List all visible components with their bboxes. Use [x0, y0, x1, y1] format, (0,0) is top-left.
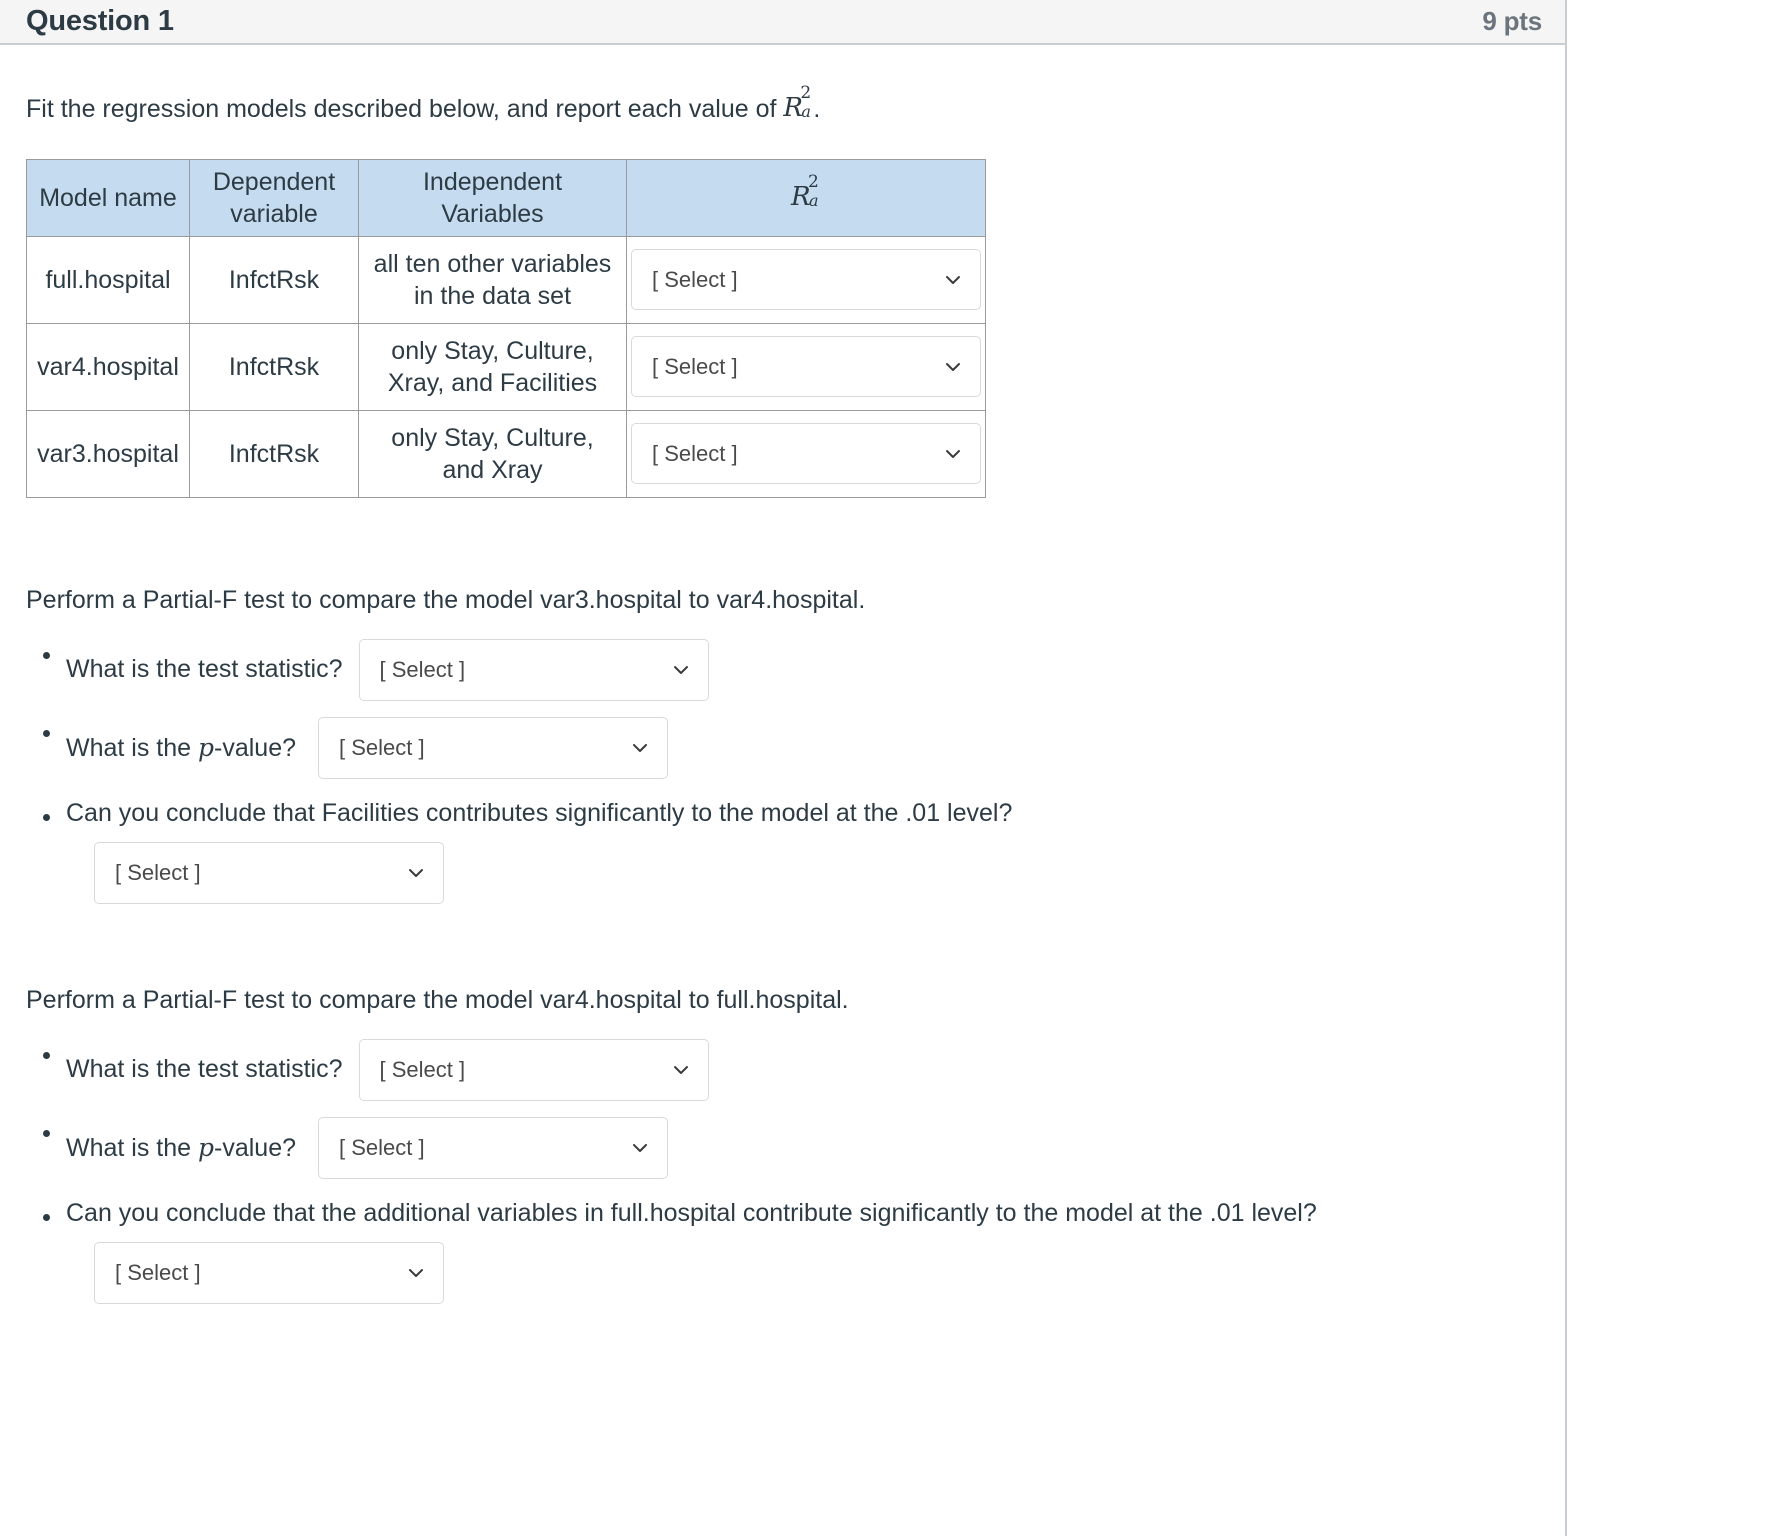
test-statistic-select-1[interactable]: [ Select ]	[358, 638, 709, 701]
cell-independent-variables: only Stay, Culture, Xray, and Facilities	[358, 322, 627, 411]
question-body: Fit the regression models described belo…	[0, 45, 1566, 1304]
section-1-prompt: Perform a Partial-F test to compare the …	[26, 585, 866, 614]
table-row: var3.hospital InfctRsk only Stay, Cultur…	[26, 409, 986, 498]
table-header-row: Model name Dependent variable Independen…	[26, 158, 986, 237]
select-value: [ Select ]	[652, 440, 738, 466]
column-header-r-squared-adjusted: R2a	[626, 158, 986, 237]
question-header-bar: Question 1 9 pts	[0, 0, 1566, 45]
column-header-dependent-line1: Dependent	[212, 167, 336, 196]
chevron-down-icon	[407, 864, 425, 882]
cell-model-name: var3.hospital	[26, 409, 190, 498]
table-row: var4.hospital InfctRsk only Stay, Cultur…	[26, 322, 986, 411]
models-table-body: full.hospital InfctRsk all ten other var…	[26, 235, 986, 498]
select-value: [ Select ]	[339, 734, 425, 760]
chevron-down-icon	[631, 739, 649, 757]
cell-independent-line2: in the data set	[413, 281, 572, 310]
list-item: Can you conclude that Facilities contrib…	[26, 799, 1540, 904]
label-pre: What is the	[66, 733, 198, 762]
r2-select-full-hospital[interactable]: [ Select ]	[631, 249, 981, 311]
conclusion-select-2[interactable]: [ Select ]	[94, 1241, 444, 1304]
column-header-dependent-variable: Dependent variable	[189, 158, 359, 237]
r-squared-adjusted-math-header: R2a	[791, 172, 821, 212]
page-title: Question 1	[26, 5, 174, 37]
select-value: [ Select ]	[115, 859, 201, 885]
chevron-down-icon	[944, 271, 962, 289]
cell-model-name: full.hospital	[26, 235, 190, 324]
conclusion-select-1[interactable]: [ Select ]	[94, 841, 444, 904]
math-subscript: a	[809, 190, 819, 210]
section-2-prompt: Perform a Partial-F test to compare the …	[26, 985, 849, 1014]
select-value: [ Select ]	[379, 1056, 466, 1082]
question-label-test-statistic: What is the test statistic?	[66, 1055, 343, 1084]
list-item: Can you conclude that the additional var…	[26, 1199, 1540, 1304]
cell-independent-variables: all ten other variables in the data set	[358, 235, 627, 324]
cell-independent-line2: and Xray	[442, 455, 543, 484]
cell-independent-line1: only Stay, Culture,	[391, 423, 594, 452]
p-value-select-2[interactable]: [ Select ]	[318, 1116, 669, 1179]
intro-text-before: Fit the regression models described belo…	[26, 95, 784, 123]
table-row: full.hospital InfctRsk all ten other var…	[26, 235, 986, 324]
intro-text-after: .	[813, 95, 821, 123]
cell-independent-line1: all ten other variables	[373, 249, 612, 278]
question-label-p-value: What is the p-value?	[66, 1133, 296, 1163]
select-value: [ Select ]	[115, 1259, 201, 1285]
cell-r2-select: [ Select ]	[626, 322, 986, 411]
list-item: What is the test statistic? [ Select ]	[26, 637, 1540, 703]
label-post: -value?	[214, 1133, 297, 1162]
question-label-test-statistic: What is the test statistic?	[66, 655, 343, 684]
cell-independent-line1: only Stay, Culture,	[391, 336, 594, 365]
select-value: [ Select ]	[339, 1134, 425, 1160]
chevron-down-icon	[631, 1139, 649, 1157]
list-item: What is the p-value? [ Select ]	[26, 1115, 1540, 1181]
cell-dependent-variable: InfctRsk	[189, 235, 359, 324]
models-table: Model name Dependent variable Independen…	[26, 158, 986, 498]
question-label-p-value: What is the p-value?	[66, 733, 296, 763]
question-label-conclusion-1: Can you conclude that Facilities contrib…	[66, 798, 1013, 827]
column-header-independent-line2: Variables	[441, 199, 544, 228]
chevron-down-icon	[672, 1061, 690, 1079]
column-header-independent-variables: Independent Variables	[358, 158, 627, 237]
math-subscript: a	[801, 102, 811, 121]
cell-independent-variables: only Stay, Culture, and Xray	[358, 409, 627, 498]
section-1-question-list: What is the test statistic? [ Select ] W…	[26, 637, 1540, 904]
question-points: 9 pts	[1482, 6, 1542, 36]
list-item: What is the p-value? [ Select ]	[26, 715, 1540, 781]
models-table-header: Model name Dependent variable Independen…	[26, 158, 986, 237]
select-value: [ Select ]	[379, 656, 466, 682]
r-squared-adjusted-math: R2a	[783, 83, 813, 123]
cell-independent-line2: Xray, and Facilities	[387, 368, 598, 397]
column-header-dependent-line2: variable	[230, 199, 318, 228]
p-math-symbol: p	[198, 732, 215, 762]
p-value-select-1[interactable]: [ Select ]	[318, 716, 669, 779]
chevron-down-icon	[407, 1264, 425, 1282]
partial-f-test-section-2: Perform a Partial-F test to compare the …	[26, 986, 1540, 1304]
section-2-question-list: What is the test statistic? [ Select ] W…	[26, 1037, 1540, 1304]
r2-select-var3-hospital[interactable]: [ Select ]	[631, 423, 981, 485]
label-post: -value?	[214, 733, 297, 762]
partial-f-test-section-1: Perform a Partial-F test to compare the …	[26, 586, 1540, 904]
label-pre: What is the	[66, 1133, 198, 1162]
question-label-conclusion-2: Can you conclude that the additional var…	[66, 1198, 1317, 1227]
cell-r2-select: [ Select ]	[626, 235, 986, 324]
list-item: What is the test statistic? [ Select ]	[26, 1037, 1540, 1103]
chevron-down-icon	[672, 661, 690, 679]
column-header-independent-line1: Independent	[422, 167, 563, 196]
cell-r2-select: [ Select ]	[626, 409, 986, 498]
select-value: [ Select ]	[652, 266, 738, 292]
r2-select-var4-hospital[interactable]: [ Select ]	[631, 336, 981, 398]
cell-model-name: var4.hospital	[26, 322, 190, 411]
test-statistic-select-2[interactable]: [ Select ]	[358, 1038, 709, 1101]
chevron-down-icon	[944, 358, 962, 376]
p-math-symbol: p	[198, 1132, 215, 1162]
cell-dependent-variable: InfctRsk	[189, 322, 359, 411]
column-header-model-name: Model name	[26, 158, 190, 237]
cell-dependent-variable: InfctRsk	[189, 409, 359, 498]
select-value: [ Select ]	[652, 353, 738, 379]
intro-paragraph: Fit the regression models described belo…	[26, 83, 1540, 127]
chevron-down-icon	[944, 445, 962, 463]
